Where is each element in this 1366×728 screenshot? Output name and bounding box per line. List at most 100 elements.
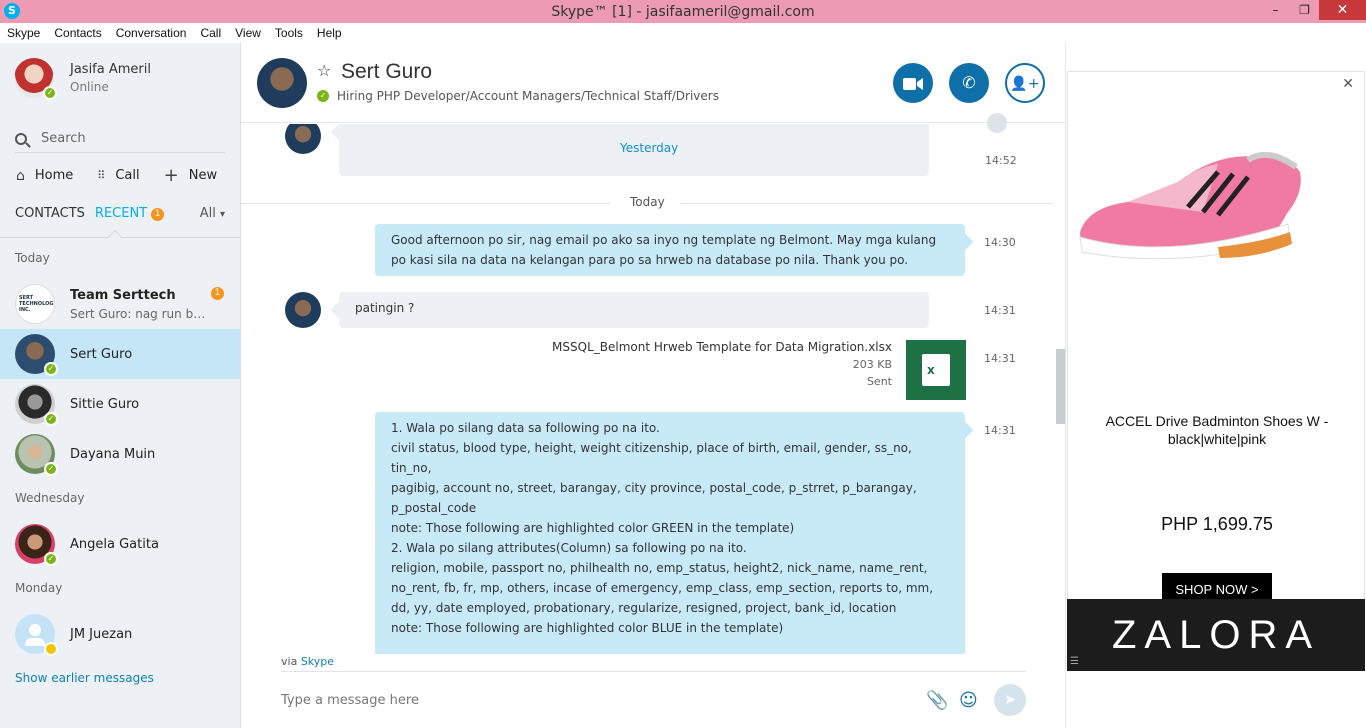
ad-product-title[interactable]: ACCEL Drive Badminton Shoes W - black|wh… (1068, 412, 1366, 448)
minimize-button[interactable]: – (1261, 0, 1290, 20)
menu-help[interactable]: Help (317, 26, 342, 40)
menu-call[interactable]: Call (200, 26, 221, 40)
menu-tools[interactable]: Tools (275, 26, 303, 40)
online-status-icon: ✓ (44, 362, 58, 376)
contact-dayana-muin[interactable]: ✓ Dayana Muin (0, 429, 240, 479)
close-button[interactable]: ✕ (1319, 0, 1366, 20)
new-label: New (188, 168, 218, 183)
call-button[interactable]: ⠿ Call (97, 168, 139, 183)
search-label: Search (41, 131, 86, 146)
message-line: 1. Wala po silang data sa following po n… (391, 421, 660, 435)
attach-paperclip-icon[interactable]: 📎 (926, 690, 948, 711)
file-size: 203 KB (852, 358, 892, 371)
message-line: no_rent, fb, fr, mp, others, incase of e… (391, 581, 934, 595)
contact-name: Team Serttech (70, 287, 176, 303)
online-status-icon: ✓ (44, 462, 58, 476)
tab-contacts[interactable]: CONTACTS (15, 206, 85, 221)
ad-price: PHP 1,699.75 (1161, 514, 1273, 534)
excel-file-icon[interactable]: x (906, 340, 966, 400)
avatar (285, 292, 321, 328)
message-time: 14:31 (984, 424, 1016, 437)
add-people-button[interactable]: 👤+ (1005, 63, 1045, 103)
default-user-body (25, 638, 45, 646)
dialpad-icon: ⠿ (97, 169, 106, 182)
outgoing-message[interactable]: Good afternoon po sir, nag email po ako … (375, 224, 965, 276)
profile[interactable]: ✓ Jasifa Ameril Online (14, 58, 151, 100)
favorite-star-icon[interactable]: ☆ (317, 61, 331, 80)
scrollbar[interactable] (1056, 349, 1065, 424)
message-line: note: Those following are highlighted co… (391, 521, 795, 535)
call-button[interactable]: ✆ (949, 63, 989, 103)
message-list[interactable]: 14:52 Yesterday Today Good afternoon po … (241, 124, 1065, 654)
avatar: SERT TECHNOLOGY INC. (15, 284, 55, 324)
skype-logo-icon: S (4, 3, 20, 19)
tab-recent[interactable]: RECENT 1 (95, 206, 165, 221)
restore-button[interactable]: ❐ (1290, 0, 1319, 20)
search-icon (15, 132, 27, 145)
plus-icon: + (163, 165, 179, 186)
message-line: religion, mobile, passport no, philhealt… (391, 561, 928, 575)
message-input[interactable] (281, 688, 901, 712)
home-icon: ⌂ (16, 167, 25, 184)
menu-icon[interactable]: ☰ (1070, 656, 1079, 667)
menu-contacts[interactable]: Contacts (54, 26, 101, 40)
incoming-message[interactable]: patingin ? (339, 292, 929, 328)
unread-badge: 1 (211, 287, 224, 300)
ad-panel: ✕ ACCEL Drive Badminton Shoes W - black|… (1065, 43, 1366, 728)
send-icon: ➤ (1004, 692, 1016, 708)
conversation-title[interactable]: Sert Guro (341, 60, 432, 84)
default-user-icon (29, 624, 41, 636)
message-line: civil status, blood type, height, weight… (391, 441, 912, 475)
message-text: patingin ? (355, 301, 415, 315)
section-wednesday: Wednesday (15, 491, 85, 505)
title-bar: S Skype™ [1] - jasifaameril@gmail.com – … (0, 0, 1366, 23)
input-divider (281, 671, 1026, 672)
filter-dropdown[interactable]: All ▾ (200, 206, 225, 221)
contact-sittie-guro[interactable]: ✓ Sittie Guro (0, 379, 240, 429)
show-earlier-link[interactable]: Show earlier messages (15, 671, 154, 685)
file-status: Sent (866, 375, 892, 388)
divider-line (241, 203, 611, 204)
contact-preview: Sert Guro: nag run ba y... (70, 306, 210, 321)
file-transfer[interactable]: MSSQL_Belmont Hrweb Template for Data Mi… (460, 340, 892, 388)
outgoing-message[interactable]: 1. Wala po silang data sa following po n… (375, 412, 965, 654)
home-button[interactable]: ⌂ Home (16, 168, 73, 184)
contact-sert-guro[interactable]: ✓ Sert Guro (0, 329, 240, 379)
avatar: ✓ (15, 334, 58, 376)
menu-skype[interactable]: Skype (7, 26, 40, 40)
emoticon-icon[interactable]: ☺ (959, 690, 978, 711)
home-label: Home (34, 168, 74, 183)
brand-logo[interactable]: ZALORA (1067, 599, 1365, 671)
window-title: Skype™ [1] - jasifaameril@gmail.com (551, 3, 815, 20)
search-box[interactable]: Search (15, 125, 225, 153)
section-monday: Monday (15, 581, 63, 595)
phone-icon: ✆ (962, 73, 976, 92)
team-logo: SERT TECHNOLOGY INC. (19, 295, 55, 313)
message-line: 2. Wala po silang attributes(Column) sa … (391, 541, 747, 555)
today-divider: Today (241, 193, 1053, 213)
menu-conversation[interactable]: Conversation (116, 26, 187, 40)
contact-team-serttech[interactable]: SERT TECHNOLOGY INC. Team Serttech Sert … (0, 279, 240, 329)
shoe-image (1079, 151, 1301, 260)
video-call-button[interactable] (893, 63, 933, 103)
contact-jm-juezan[interactable]: JM Juezan (0, 609, 240, 659)
new-button[interactable]: + New (164, 165, 217, 186)
contact-angela-gatita[interactable]: ✓ Angela Gatita (0, 519, 240, 569)
contact-name: Angela Gatita (70, 536, 159, 552)
via-prefix: via (281, 655, 298, 668)
menu-view[interactable]: View (235, 26, 261, 40)
section-today: Today (15, 251, 50, 265)
via-skype-link[interactable]: Skype (301, 655, 334, 668)
call-label: Call (115, 168, 140, 183)
conversation-header: ☆ Sert Guro ✓ Hiring PHP Developer/Accou… (241, 43, 1065, 123)
profile-status[interactable]: Online (70, 80, 151, 94)
yesterday-label: Yesterday (620, 141, 679, 155)
ad-close-icon[interactable]: ✕ (1342, 76, 1354, 92)
avatar: ✓ (15, 434, 58, 476)
avatar[interactable] (257, 58, 307, 108)
online-status-icon: ✓ (43, 86, 57, 100)
message-line: note: Those following are highlighted co… (391, 621, 784, 635)
yesterday-divider: Yesterday (241, 139, 1053, 159)
send-button[interactable]: ➤ (994, 684, 1026, 716)
ad-box[interactable]: ✕ ACCEL Drive Badminton Shoes W - black|… (1067, 71, 1366, 607)
